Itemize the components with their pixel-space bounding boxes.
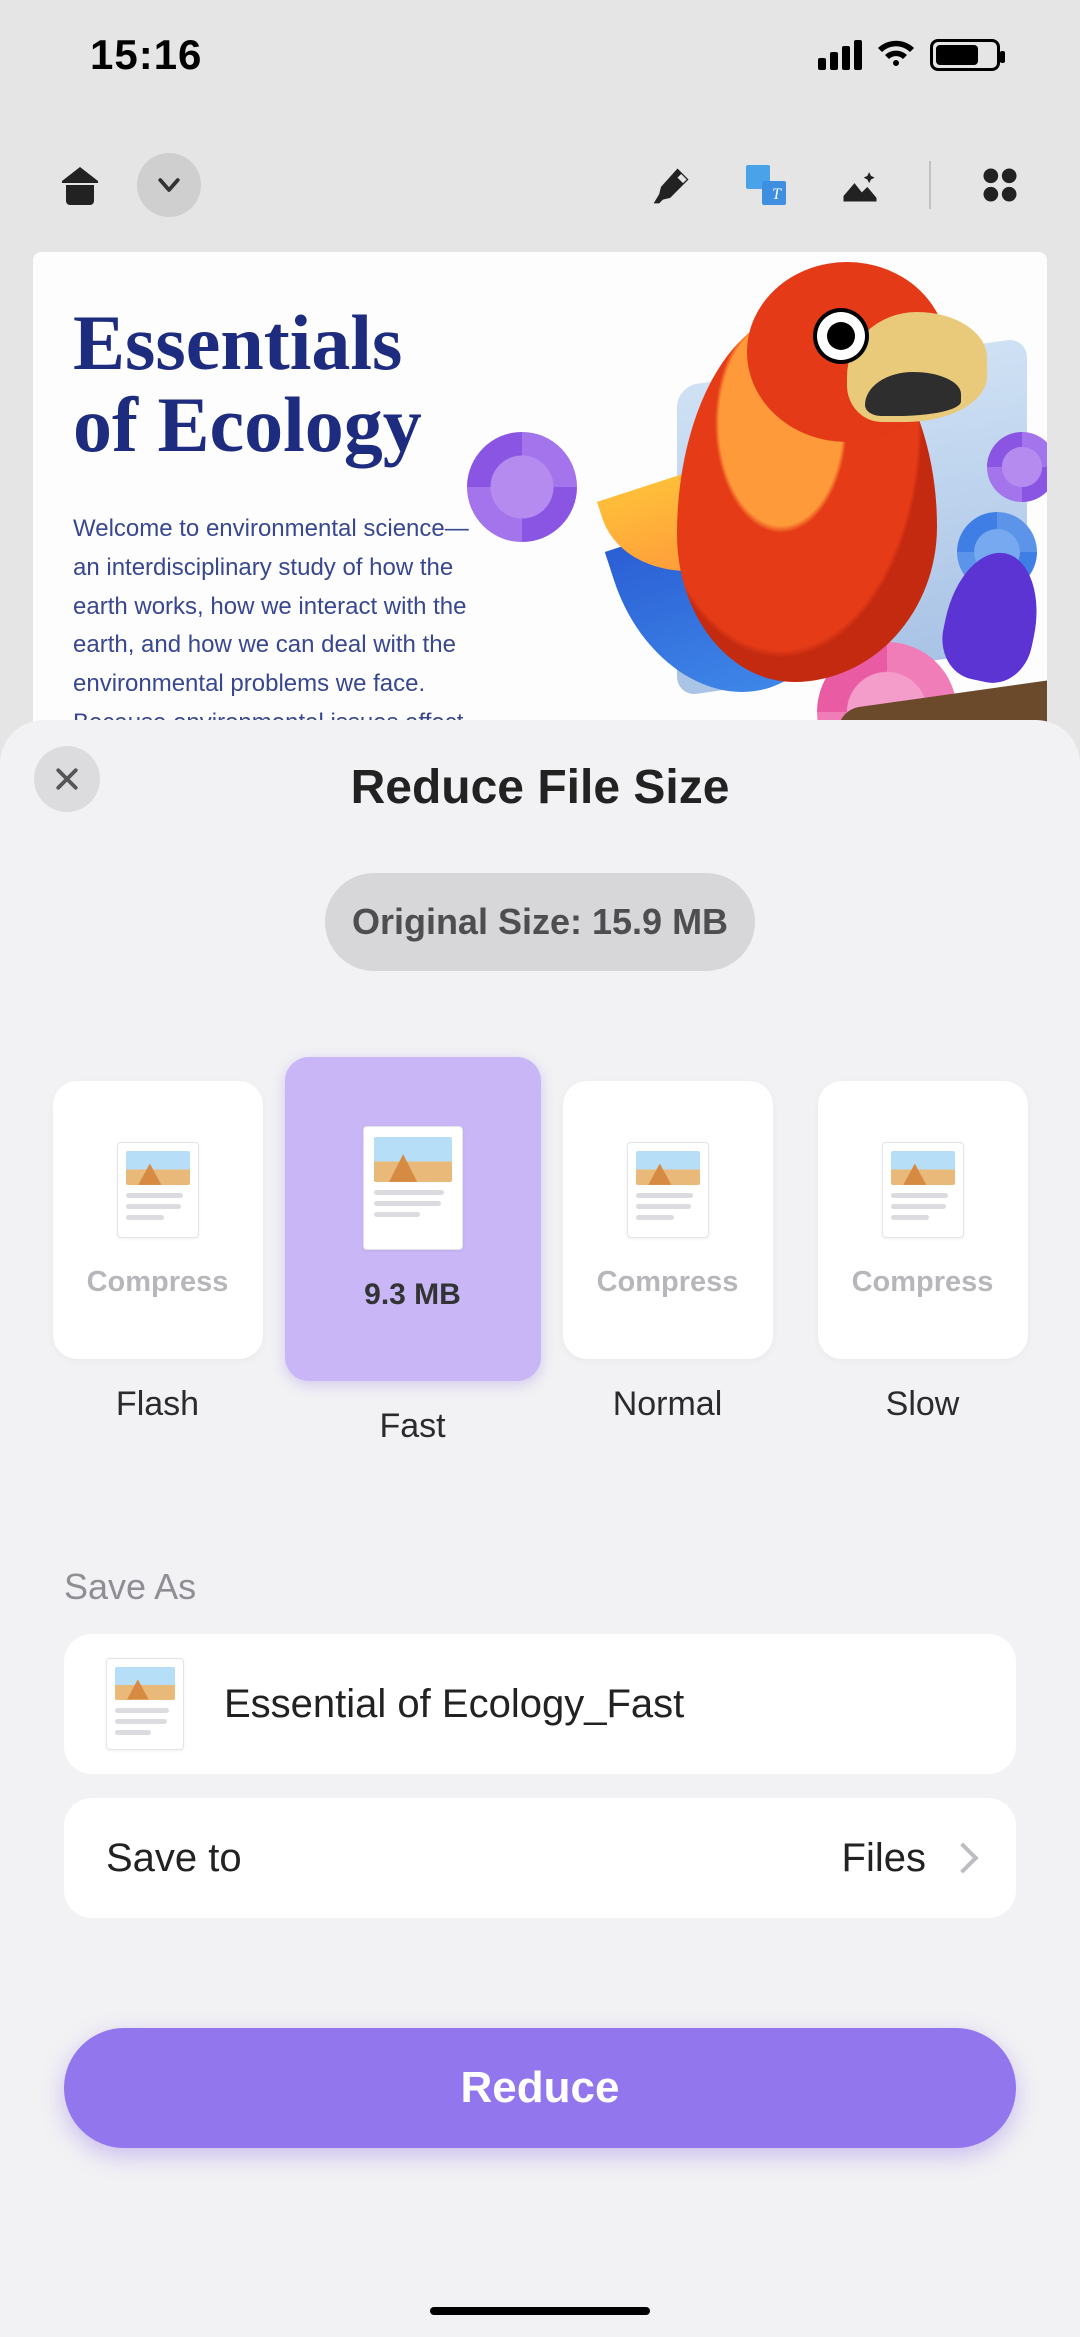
status-icons (818, 39, 1000, 71)
option-normal-label: Normal (613, 1385, 723, 1424)
chevron-right-icon (947, 1842, 978, 1873)
reduce-file-size-sheet: Reduce File Size Original Size: 15.9 MB … (0, 720, 1080, 2337)
filename-value: Essential of Ecology_Fast (224, 1682, 684, 1727)
battery-icon (930, 39, 1000, 71)
option-slow-sublabel: Compress (852, 1266, 994, 1299)
document-thumb-icon (363, 1126, 463, 1250)
reduce-button-label: Reduce (461, 2063, 620, 2113)
toolbar-divider (929, 161, 931, 209)
option-slow[interactable]: Compress Slow (818, 1081, 1028, 1446)
app-toolbar: T (0, 130, 1080, 240)
document-thumb-icon (882, 1142, 964, 1238)
home-button[interactable] (55, 160, 105, 210)
cellular-signal-icon (818, 40, 862, 70)
wifi-icon (876, 40, 916, 70)
highlighter-button[interactable] (647, 160, 697, 210)
option-flash-label: Flash (116, 1385, 199, 1424)
original-size-value: 15.9 MB (592, 901, 728, 943)
option-normal[interactable]: Compress Normal (563, 1081, 773, 1446)
save-to-row[interactable]: Save to Files (64, 1798, 1016, 1918)
status-time: 15:16 (90, 31, 202, 79)
save-as-section: Save As Essential of Ecology_Fast Save t… (0, 1566, 1080, 1918)
option-normal-sublabel: Compress (597, 1266, 739, 1299)
document-thumb-icon (106, 1658, 184, 1750)
option-slow-label: Slow (886, 1385, 960, 1424)
option-fast[interactable]: 9.3 MB Fast (308, 1081, 518, 1446)
option-flash-sublabel: Compress (87, 1266, 229, 1299)
chevron-down-icon (154, 170, 184, 200)
filename-field[interactable]: Essential of Ecology_Fast (64, 1634, 1016, 1774)
option-fast-label: Fast (379, 1407, 445, 1446)
svg-text:T: T (772, 186, 782, 203)
document-title-line2: of Ecology (73, 381, 422, 468)
translate-button[interactable]: T (741, 160, 791, 210)
parrot-illustration (507, 252, 1047, 772)
sheet-title: Reduce File Size (0, 720, 1080, 815)
document-thumb-icon (117, 1142, 199, 1238)
reduce-button[interactable]: Reduce (64, 2028, 1016, 2148)
compression-options: Compress Flash 9.3 MB Fast (0, 1081, 1080, 1446)
document-title-line1: Essentials (73, 299, 402, 386)
original-size-pill: Original Size: 15.9 MB (325, 873, 755, 971)
status-bar: 15:16 (0, 0, 1080, 110)
original-size-label: Original Size: (352, 901, 582, 943)
image-tools-button[interactable] (835, 160, 885, 210)
save-to-value: Files (842, 1836, 926, 1881)
apps-grid-button[interactable] (975, 160, 1025, 210)
option-flash[interactable]: Compress Flash (53, 1081, 263, 1446)
close-button[interactable] (34, 746, 100, 812)
dropdown-button[interactable] (137, 153, 201, 217)
option-fast-size: 9.3 MB (364, 1278, 461, 1312)
home-indicator (430, 2307, 650, 2315)
close-icon (52, 764, 82, 794)
document-thumb-icon (627, 1142, 709, 1238)
save-to-label: Save to (106, 1836, 242, 1881)
save-as-label: Save As (64, 1566, 1016, 1608)
